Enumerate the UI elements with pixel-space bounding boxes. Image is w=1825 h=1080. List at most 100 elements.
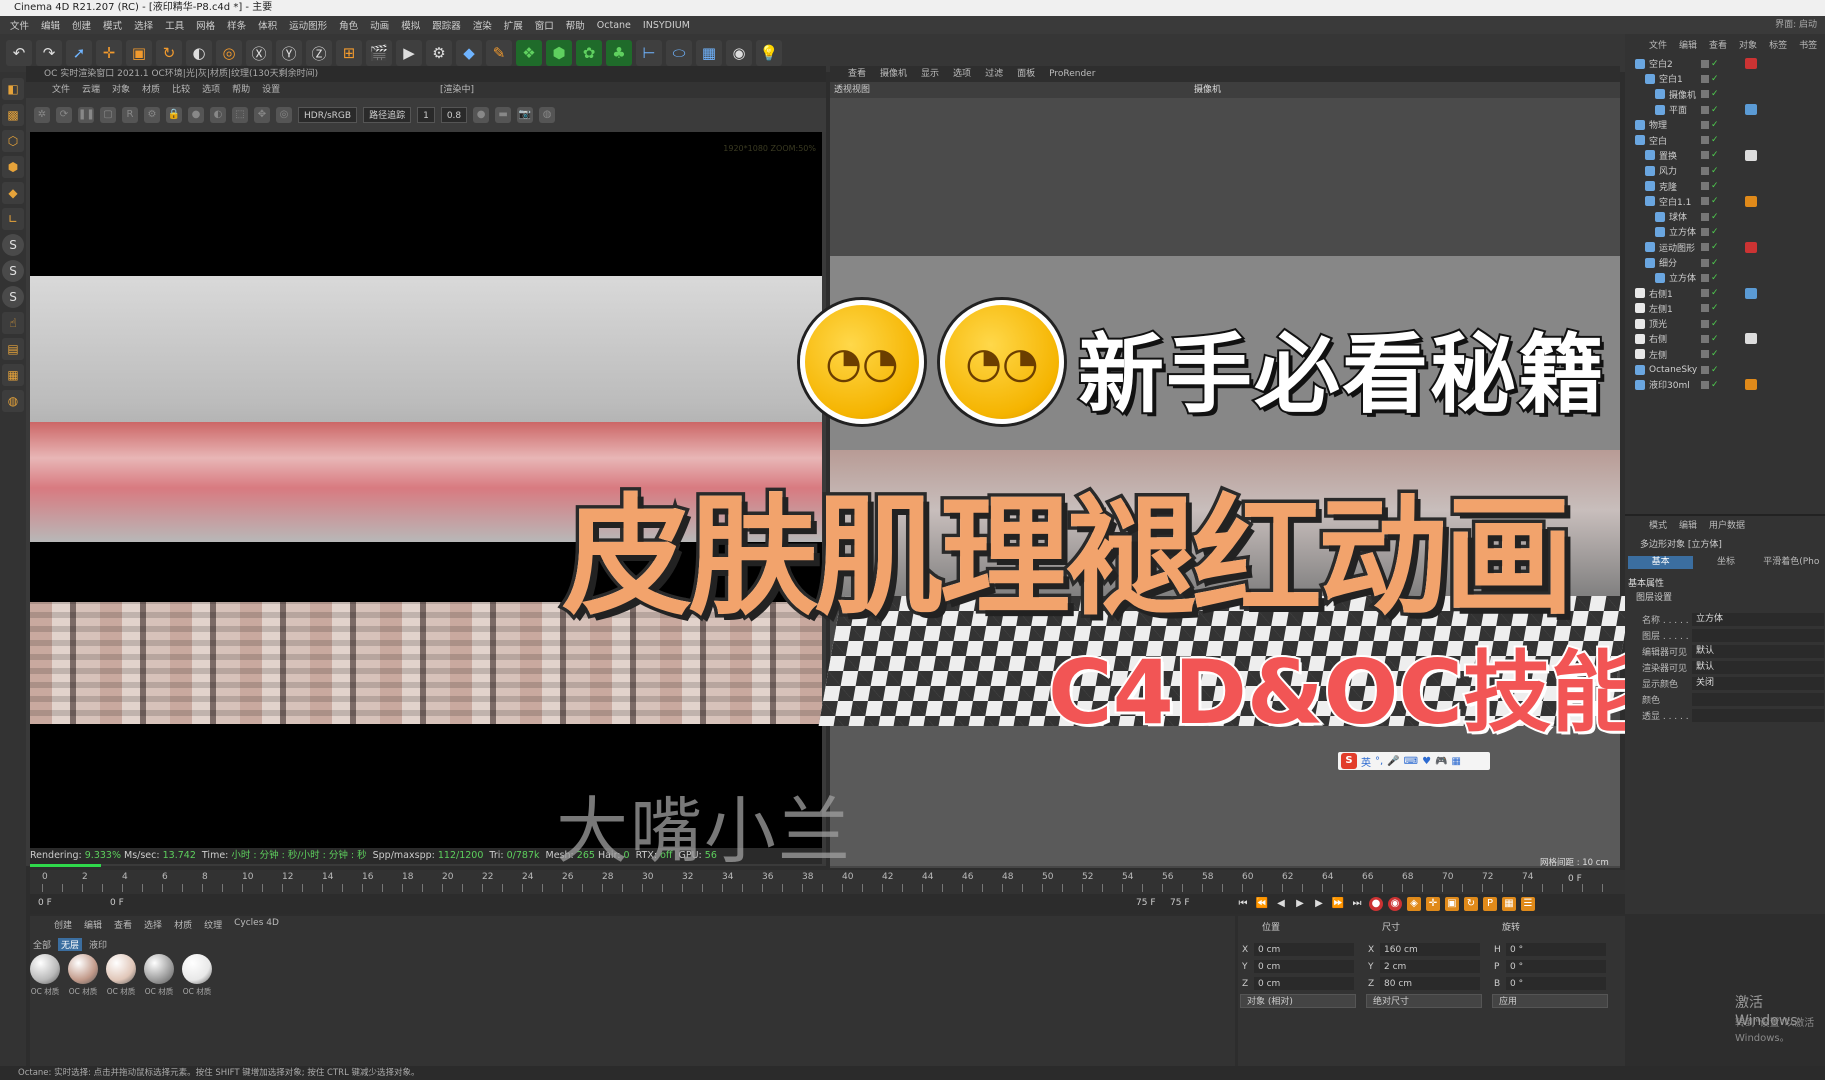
object-row[interactable]: 克隆 ✓	[1625, 178, 1825, 193]
menu-item[interactable]: 动画	[364, 18, 395, 32]
attribute-subsection[interactable]: 图层设置	[1636, 590, 1672, 603]
coordinate-value[interactable]: 80 cm	[1380, 977, 1480, 990]
gpu-icon[interactable]: ◍	[539, 107, 556, 123]
material-swatch[interactable]: OC 材质	[30, 954, 60, 998]
object-row[interactable]: 右侧1 ✓	[1625, 285, 1825, 300]
object-menu-item[interactable]: 标签	[1769, 38, 1787, 54]
visibility-check-icon[interactable]: ✓	[1711, 365, 1719, 375]
visibility-check-icon[interactable]: ✓	[1711, 150, 1719, 160]
attribute-field-value[interactable]: 默认	[1692, 660, 1824, 674]
timeline-menu-icon[interactable]: ☰	[1521, 897, 1535, 911]
layer-toggle[interactable]	[1701, 273, 1709, 282]
visibility-check-icon[interactable]: ✓	[1711, 334, 1719, 344]
tweak-icon[interactable]: ☝	[2, 312, 24, 334]
layer-toggle[interactable]	[1701, 90, 1709, 99]
coordinate-value[interactable]: 0 cm	[1254, 977, 1354, 990]
coordinate-value[interactable]: 0 cm	[1254, 960, 1354, 973]
attribute-subtab[interactable]: 平滑着色(Pho	[1759, 556, 1824, 569]
lock-icon[interactable]: 🔒	[166, 107, 182, 123]
object-row[interactable]: 物理 ✓	[1625, 117, 1825, 132]
go-to-end-icon[interactable]: ⏭	[1350, 897, 1364, 911]
color-space-select[interactable]: HDR/sRGB	[298, 107, 358, 123]
grid-icon[interactable]: ▦	[2, 364, 24, 386]
viewport-menu-item[interactable]: 选项	[953, 66, 971, 82]
object-menu-item[interactable]: 编辑	[1679, 38, 1697, 54]
coordinate-value[interactable]: 2 cm	[1380, 960, 1480, 973]
viewport-menu-item[interactable]: ProRender	[1049, 66, 1095, 82]
microphone-icon[interactable]: 🎤	[1387, 756, 1399, 767]
start-frame-field[interactable]: 0 F	[38, 898, 52, 908]
floor-icon[interactable]: ▦	[696, 40, 722, 66]
object-row[interactable]: 运动图形 ✓	[1625, 240, 1825, 255]
layer-toggle[interactable]	[1701, 334, 1709, 343]
material-menu-item[interactable]: 材质	[174, 918, 192, 931]
snapshot-icon[interactable]: 📷	[517, 107, 534, 123]
render-menu-item[interactable]: 设置	[262, 82, 280, 98]
object-row[interactable]: 置换 ✓	[1625, 148, 1825, 163]
visibility-check-icon[interactable]: ✓	[1711, 242, 1719, 252]
light-icon[interactable]: 💡	[756, 40, 782, 66]
coordinate-value[interactable]: 0 cm	[1254, 943, 1354, 956]
menu-item[interactable]: 编辑	[35, 18, 66, 32]
field-icon[interactable]: ⊢	[636, 40, 662, 66]
attribute-menu-item[interactable]: 模式	[1649, 518, 1667, 531]
visibility-check-icon[interactable]: ✓	[1711, 303, 1719, 313]
object-row[interactable]: 空白 ✓	[1625, 132, 1825, 147]
menu-item[interactable]: 角色	[333, 18, 364, 32]
render-settings-icon[interactable]: ⚙	[426, 40, 452, 66]
attribute-field-value[interactable]	[1692, 708, 1824, 722]
key-scale-icon[interactable]: ▣	[1445, 897, 1459, 911]
layer-toggle[interactable]	[1701, 197, 1709, 206]
scale-icon[interactable]: ▣	[126, 40, 152, 66]
layer-toggle[interactable]	[1701, 365, 1709, 374]
object-menu-item[interactable]: 文件	[1649, 38, 1667, 54]
visibility-check-icon[interactable]: ✓	[1711, 380, 1719, 390]
attribute-menu-item[interactable]: 编辑	[1679, 518, 1697, 531]
menu-item[interactable]: 体积	[252, 18, 283, 32]
coordinate-value[interactable]: 160 cm	[1380, 943, 1480, 956]
material-swatch[interactable]: OC 材质	[68, 954, 98, 998]
menu-item[interactable]: 选择	[128, 18, 159, 32]
material-menu-item[interactable]: 选择	[144, 918, 162, 931]
layer-toggle[interactable]	[1701, 59, 1709, 68]
menu-item[interactable]: 帮助	[560, 18, 591, 32]
viewport-menu-item[interactable]: 摄像机	[880, 66, 907, 82]
material-tag-icon[interactable]	[1745, 149, 1757, 161]
settings-icon[interactable]: ✲	[34, 107, 50, 123]
visibility-check-icon[interactable]: ✓	[1711, 89, 1719, 99]
layer-toggle[interactable]	[1701, 304, 1709, 313]
visibility-check-icon[interactable]: ✓	[1711, 59, 1719, 69]
layer-toggle[interactable]	[1701, 227, 1709, 236]
key-pla-icon[interactable]: ▦	[1502, 897, 1516, 911]
material-swatch[interactable]: OC 材质	[144, 954, 174, 998]
reload-icon[interactable]: R	[122, 107, 138, 123]
attribute-subtab[interactable]: 基本	[1628, 556, 1694, 569]
menu-item[interactable]: 跟踪器	[426, 18, 467, 32]
play-icon[interactable]: ▶	[1293, 897, 1307, 911]
object-row[interactable]: 空白2 ✓	[1625, 56, 1825, 71]
visibility-check-icon[interactable]: ✓	[1711, 227, 1719, 237]
visibility-check-icon[interactable]: ✓	[1711, 105, 1719, 115]
menu-item[interactable]: 工具	[159, 18, 190, 32]
layer-toggle[interactable]	[1701, 120, 1709, 129]
material-tag-icon[interactable]	[1745, 104, 1757, 116]
object-row[interactable]: 左侧 ✓	[1625, 347, 1825, 362]
render-menu-item[interactable]: 选项	[202, 82, 220, 98]
object-row[interactable]: 空白1.1 ✓	[1625, 194, 1825, 209]
object-row[interactable]: 右侧 ✓	[1625, 331, 1825, 346]
menu-item[interactable]: 网格	[190, 18, 221, 32]
kernel-select[interactable]: 路径追踪	[363, 107, 412, 123]
size-mode-select[interactable]: 绝对尺寸	[1366, 994, 1482, 1008]
material-layer-tab[interactable]: 无层	[58, 938, 83, 951]
layer-toggle[interactable]	[1701, 151, 1709, 160]
move-icon[interactable]: ✛	[96, 40, 122, 66]
punctuation-icon[interactable]: °,	[1375, 756, 1383, 767]
timeline-ruler[interactable]	[42, 884, 1622, 892]
material-layer-tab[interactable]: 液印	[86, 938, 110, 951]
toggle-icon[interactable]: ●	[473, 107, 490, 123]
end-frame-field[interactable]: 75 F	[1136, 898, 1156, 908]
object-menu-item[interactable]: 书签	[1799, 38, 1817, 54]
visibility-check-icon[interactable]: ✓	[1711, 120, 1719, 130]
rotate-icon[interactable]: ↻	[156, 40, 182, 66]
key-position-icon[interactable]: ✛	[1426, 897, 1440, 911]
